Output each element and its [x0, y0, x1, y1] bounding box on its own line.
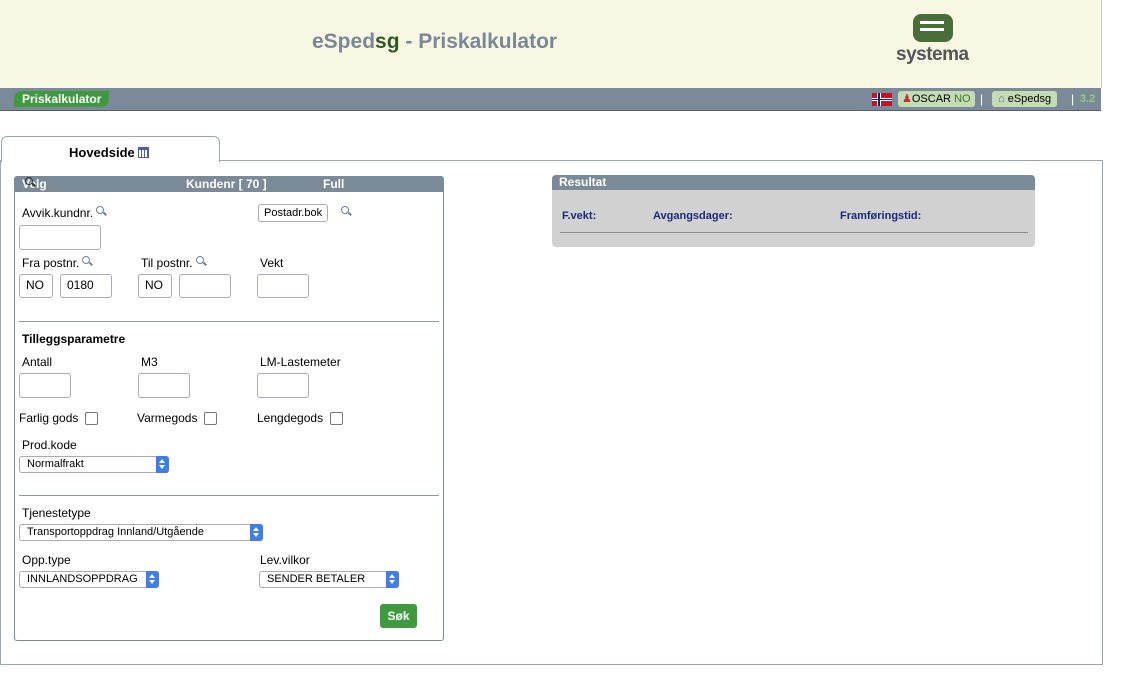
vekt-label: Vekt	[260, 256, 284, 270]
prodkode-value: Normalfrakt	[27, 458, 84, 470]
tillegg-title: Tilleggsparametre	[22, 332, 126, 346]
norway-flag-icon[interactable]	[872, 93, 892, 106]
m3-label: M3	[141, 355, 158, 369]
search-icon[interactable]	[25, 177, 36, 188]
postadr-button[interactable]: Postadr.bok	[258, 204, 329, 222]
app-title: eSpedsg - Priskalkulator	[312, 30, 557, 54]
user-country: NO	[954, 93, 971, 105]
home-icon: ⌂	[998, 93, 1005, 105]
til-country-input[interactable]: NO	[138, 274, 172, 298]
antall-input[interactable]	[19, 373, 71, 398]
user-icon: ♟	[902, 93, 912, 105]
separator: |	[1071, 92, 1075, 106]
vekt-input[interactable]	[257, 274, 309, 298]
tjeneste-select[interactable]: Transportoppdrag Innland/Utgående	[19, 524, 263, 541]
til-postnr-input[interactable]	[179, 274, 231, 298]
farlig-checkbox[interactable]	[85, 412, 98, 425]
header-full-invoice: Full fakturaberegning	[323, 177, 422, 206]
levvilkor-value: SENDER BETALER	[267, 573, 366, 585]
home-label: eSpedsg	[1007, 93, 1052, 105]
separator: |	[980, 92, 984, 106]
tjeneste-value: Transportoppdrag Innland/Utgående	[27, 526, 204, 538]
tjeneste-label: Tjenestetype	[22, 506, 91, 520]
levvilkor-label: Lev.vilkor	[260, 553, 310, 567]
fra-postnr-input[interactable]: 0180	[60, 274, 112, 298]
home-button[interactable]: ⌂ eSpedsg	[992, 91, 1058, 107]
levvilkor-select[interactable]: SENDER BETALER	[259, 571, 399, 588]
user-name: OSCAR	[911, 93, 951, 105]
search-icon[interactable]	[195, 256, 207, 267]
search-icon[interactable]	[96, 206, 107, 217]
tab-hovedside[interactable]: Hovedside	[1, 136, 220, 162]
result-divider	[560, 232, 1028, 233]
search-panel: Velg søkebegrep Kundenr [ 70 ] Full fakt…	[14, 176, 444, 641]
app-banner: eSpedsg - Priskalkulator systema	[0, 0, 1102, 88]
title-accent: sg	[375, 30, 400, 53]
title-suffix: - Priskalkulator	[399, 30, 558, 53]
prodkode-label: Prod.kode	[22, 438, 77, 452]
header-customer-no: Kundenr [ 70 ]	[186, 177, 267, 191]
prodkode-select[interactable]: Normalfrakt	[19, 456, 169, 473]
lm-input[interactable]	[257, 373, 309, 398]
tab-label: Hovedside	[69, 145, 135, 160]
fvekt-label: F.vekt:	[562, 210, 597, 222]
lengde-checkbox[interactable]	[330, 412, 343, 425]
m3-input[interactable]	[138, 373, 190, 398]
antall-label: Antall	[22, 355, 53, 369]
fra-country-input[interactable]: NO	[19, 274, 53, 298]
result-header: Resultat	[552, 175, 1035, 190]
chevron-updown-icon	[386, 571, 399, 588]
nav-tab-priskalkulator[interactable]: Priskalkulator	[14, 91, 110, 107]
framforing-label: Framføringstid:	[840, 210, 922, 222]
search-button[interactable]: Søk	[380, 604, 417, 628]
avvik-input[interactable]	[19, 225, 101, 250]
farlig-label: Farlig gods	[19, 411, 79, 425]
lengde-label: Lengdegods	[257, 411, 324, 425]
chevron-updown-icon	[146, 571, 159, 588]
opptype-value: INNLANDSOPPDRAG	[27, 573, 138, 585]
user-badge[interactable]: ♟OSCAR NO	[898, 91, 975, 107]
varme-label: Varmegods	[137, 411, 198, 425]
calculator-icon	[137, 147, 149, 158]
avgang-label: Avgangsdager:	[653, 210, 733, 222]
systema-logo-icon	[913, 14, 953, 42]
systema-logo: systema	[896, 14, 980, 66]
version-label: 3.2	[1080, 93, 1096, 105]
divider	[19, 495, 439, 496]
varme-checkbox[interactable]	[204, 412, 217, 425]
result-title: Resultat	[559, 175, 607, 189]
logo-word: systema	[896, 44, 969, 65]
fra-label: Fra postnr.	[22, 256, 80, 270]
divider	[19, 321, 439, 322]
search-panel-header: Velg søkebegrep Kundenr [ 70 ] Full fakt…	[15, 177, 443, 206]
lm-label: LM-Lastemeter	[260, 355, 341, 369]
opptype-select[interactable]: INNLANDSOPPDRAG	[19, 571, 159, 588]
til-label: Til postnr.	[141, 256, 193, 270]
search-icon[interactable]	[341, 206, 352, 217]
opptype-label: Opp.type	[22, 553, 71, 567]
avvik-label: Avvik.kundnr.	[22, 206, 94, 220]
nav-bar: Priskalkulator ♟OSCAR NO | ⌂ eSpedsg | 3…	[0, 88, 1101, 111]
chevron-updown-icon	[250, 524, 263, 541]
chevron-updown-icon	[156, 456, 169, 473]
search-icon[interactable]	[82, 256, 93, 267]
result-panel: Resultat F.vekt: Avgangsdager: Framførin…	[552, 175, 1035, 247]
title-prefix: eSped	[312, 30, 376, 53]
